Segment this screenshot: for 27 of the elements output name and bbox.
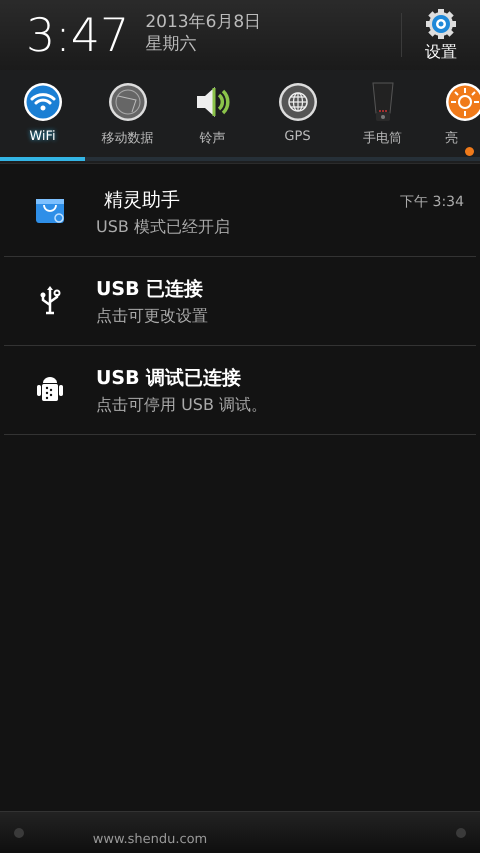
notification-title: USB 已连接 — [96, 276, 204, 302]
date-text: 2013年6月8日 — [145, 11, 262, 33]
quick-toggle[interactable]: WiFi — [0, 70, 85, 163]
notification-item[interactable]: USB 已连接 点击可更改设置 — [4, 257, 476, 346]
badge-icon — [465, 147, 474, 156]
quick-toggle[interactable]: 移动数据 — [85, 70, 170, 163]
footer-text: www.shendu.com — [92, 832, 208, 847]
weekday-text: 星期六 — [145, 33, 198, 55]
quick-toggle[interactable]: 铃声 — [170, 70, 255, 163]
notification-text: 点击可停用 USB 调试。 — [96, 394, 268, 416]
settings-button[interactable]: 设置 — [402, 8, 480, 62]
wifi-icon — [22, 82, 62, 122]
notification-item[interactable]: 精灵助手 下午 3:34 USB 模式已经开启 — [4, 168, 476, 257]
handle-dot — [456, 828, 466, 838]
notification-text: 点击可更改设置 — [96, 306, 209, 326]
notification-time: 下午 3:34 — [400, 192, 464, 210]
sun-icon — [445, 82, 480, 122]
notification-title: USB 调试已连接 — [96, 366, 242, 390]
handle-dot — [14, 828, 24, 838]
clock-time: 3:47 — [26, 12, 130, 58]
settings-icon — [425, 8, 457, 40]
quick-toggle[interactable]: 亮 — [425, 70, 480, 163]
notification-title: 精灵助手 — [103, 188, 180, 212]
notification-item[interactable]: USB 调试已连接 点击可停用 USB 调试。 — [4, 346, 476, 435]
quick-toggle[interactable]: GPS — [255, 70, 340, 163]
notification-text: USB 模式已经开启 — [96, 216, 231, 238]
quick-toggle[interactable]: 手电筒 — [340, 70, 425, 163]
